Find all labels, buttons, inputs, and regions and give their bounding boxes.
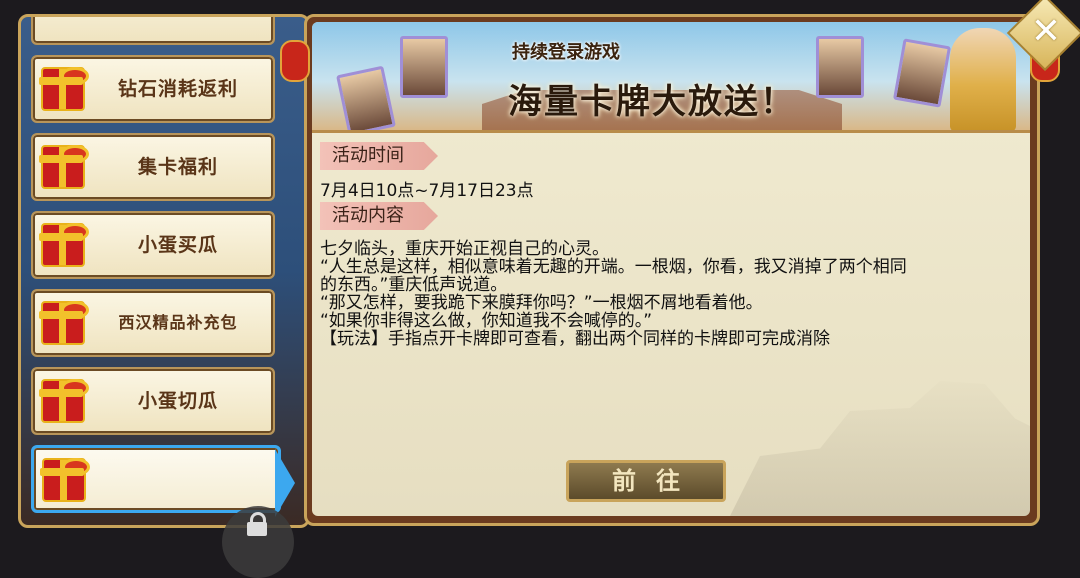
menu-item-card-collect[interactable]: 集卡福利 bbox=[31, 133, 275, 201]
hero-card-image bbox=[816, 36, 864, 98]
banner-subtitle: 持续登录游戏 bbox=[512, 42, 620, 63]
lantern-decoration bbox=[280, 40, 310, 82]
activity-panel: 持续登录游戏 海量卡牌大放送！ 活动时间 7月4日10点~7月17日23点 活动… bbox=[312, 22, 1030, 516]
gift-box-icon bbox=[40, 458, 90, 502]
menu-item-top-partial[interactable] bbox=[31, 17, 275, 45]
gift-box-icon bbox=[39, 67, 89, 111]
menu-item-label bbox=[87, 17, 269, 43]
menu-item-label: 小蛋买瓜 bbox=[137, 234, 218, 256]
hero-card-image bbox=[336, 65, 396, 130]
menu-item-western-han-pack[interactable]: 西汉精品补充包 bbox=[31, 289, 275, 357]
pagoda-scenery-decoration bbox=[730, 381, 1030, 516]
menu-item-label: 集卡福利 bbox=[137, 156, 218, 178]
activity-time-value: 7月4日10点~7月17日23点 bbox=[320, 181, 534, 201]
activity-description: 七夕临头，重庆开始正视自己的心灵。 “人生总是这样，相似意味着无趣的开端。一根烟… bbox=[320, 240, 1020, 348]
menu-item-label bbox=[88, 448, 274, 512]
gift-box-icon bbox=[39, 379, 89, 423]
description-line: 七夕临头，重庆开始正视自己的心灵。 bbox=[320, 239, 609, 259]
menu-item-diamond-rebate[interactable]: 钻石消耗返利 bbox=[31, 55, 275, 123]
active-indicator-arrow bbox=[275, 449, 295, 517]
hero-card-image bbox=[400, 36, 448, 98]
banner-title: 海量卡牌大放送！ bbox=[508, 82, 796, 122]
menu-item-label: 西汉精品补充包 bbox=[118, 313, 238, 332]
menu-item-label: 钻石消耗返利 bbox=[117, 78, 238, 100]
menu-item-cut-melon[interactable]: 小蛋切瓜 bbox=[31, 367, 275, 435]
hero-card-image bbox=[892, 38, 952, 108]
menu-item-buy-melon[interactable]: 小蛋买瓜 bbox=[31, 211, 275, 279]
description-line: “人生总是这样，相似意味着无趣的开端。一根烟，你看，我又消掉了两个相同 bbox=[320, 257, 907, 277]
menu-item-active[interactable] bbox=[31, 445, 281, 513]
close-icon[interactable]: ✕ bbox=[1024, 10, 1068, 54]
description-line: 的东西。”重庆低声说道。 bbox=[320, 275, 508, 295]
gift-box-icon bbox=[39, 223, 89, 267]
go-button[interactable]: 前往 bbox=[566, 460, 726, 502]
description-line: “如果你非得这么做，你知道我不会喊停的。” bbox=[320, 311, 653, 331]
lock-icon bbox=[247, 512, 267, 536]
activity-time-tag: 活动时间 bbox=[320, 142, 438, 170]
menu-item-label: 小蛋切瓜 bbox=[137, 390, 218, 412]
description-line: “那又怎样，要我跪下来膜拜你吗？”一根烟不屑地看着他。 bbox=[320, 293, 763, 313]
gift-box-icon bbox=[39, 145, 89, 189]
activity-menu: 钻石消耗返利 集卡福利 小蛋买瓜 西汉精品补充包 小蛋切瓜 bbox=[18, 14, 310, 528]
gift-box-icon bbox=[39, 301, 89, 345]
description-line: 【玩法】手指点开卡牌即可查看，翻出两个同样的卡牌即可完成消除 bbox=[320, 329, 830, 349]
event-banner: 持续登录游戏 海量卡牌大放送！ bbox=[312, 22, 1030, 133]
emperor-character-image bbox=[950, 28, 1016, 130]
activity-content-tag: 活动内容 bbox=[320, 202, 438, 230]
